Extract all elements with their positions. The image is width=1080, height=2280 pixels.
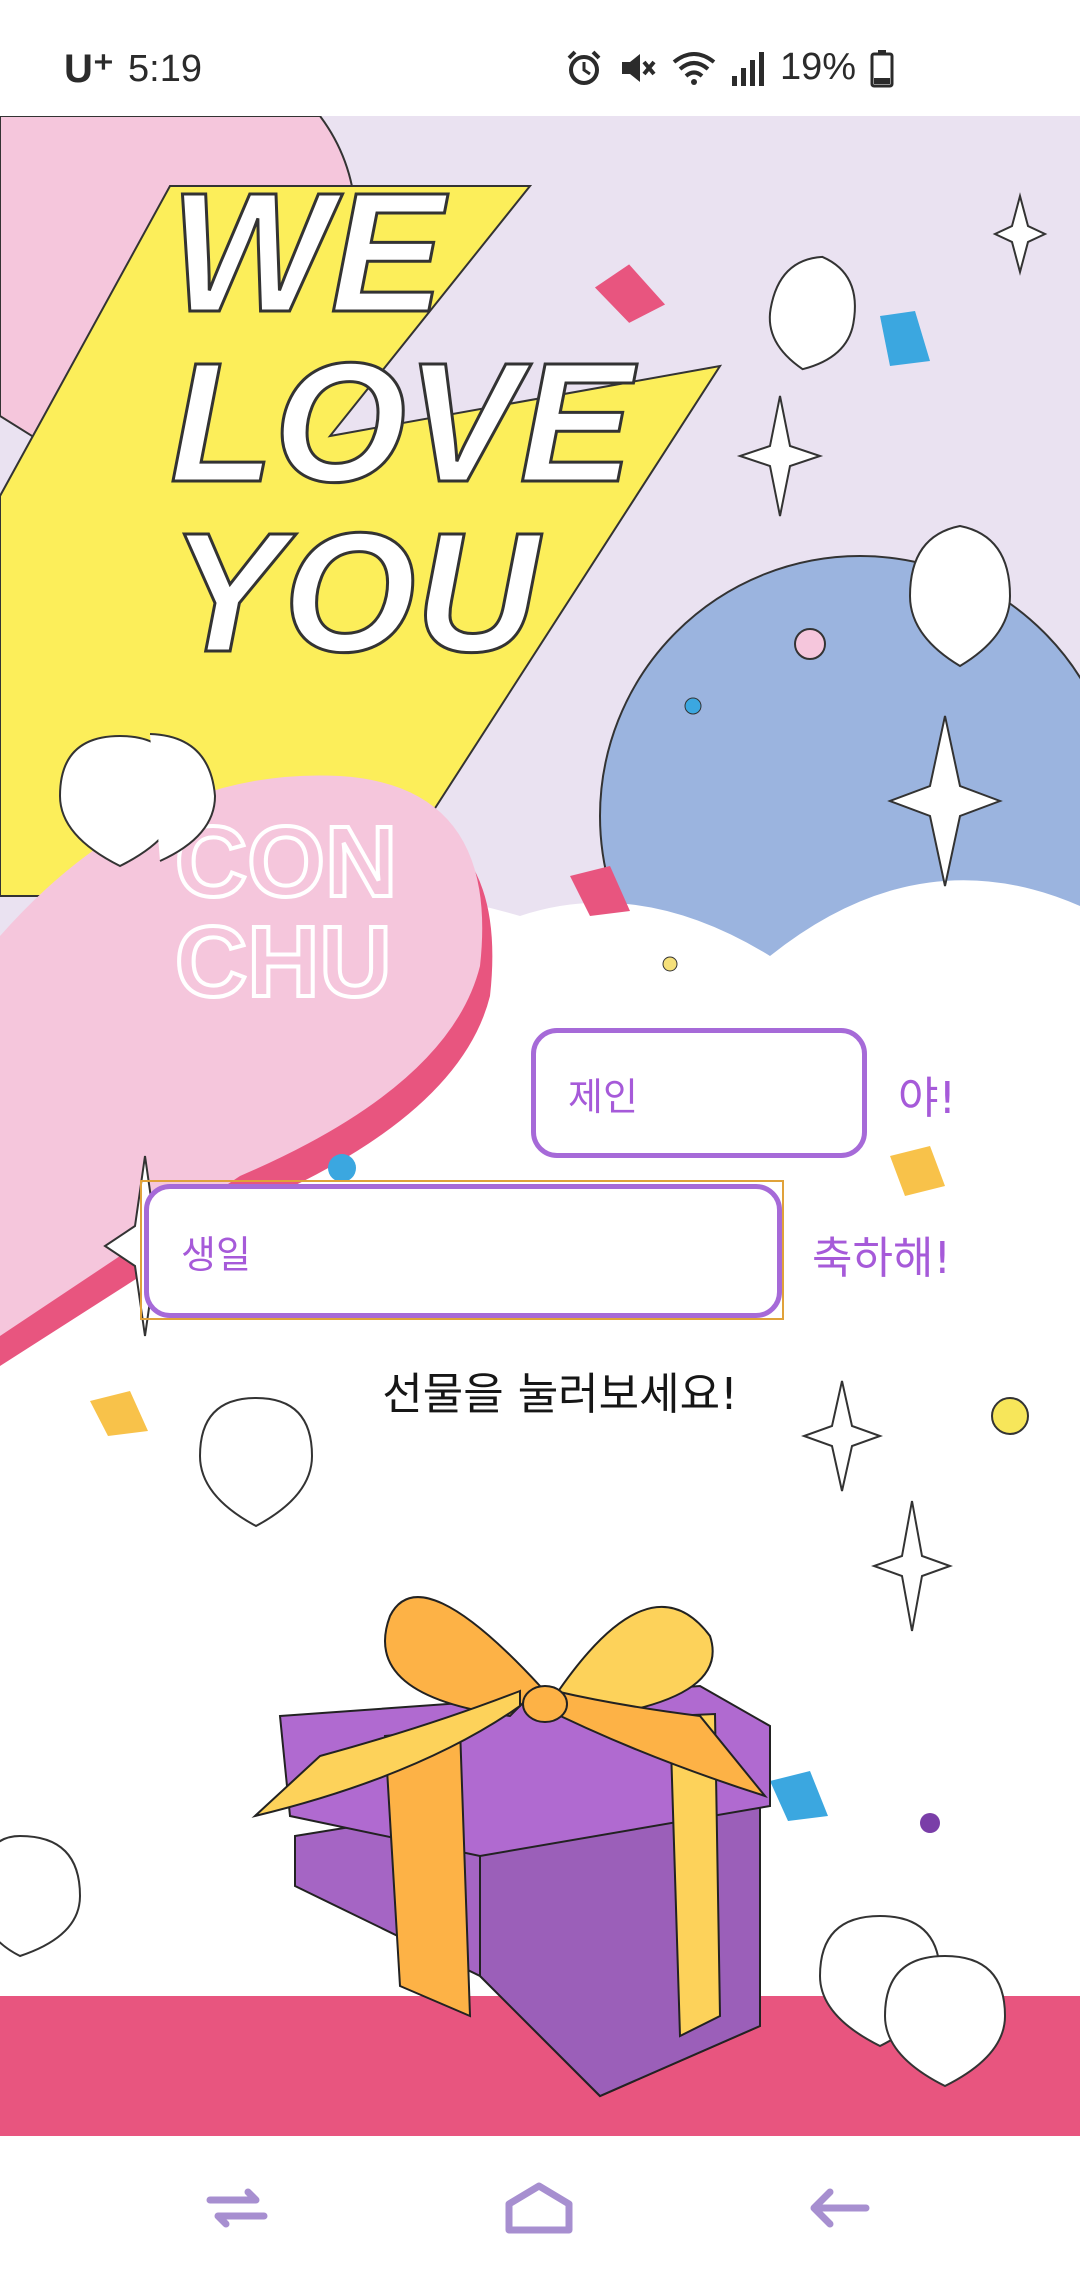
dot	[794, 628, 826, 660]
dot	[684, 697, 702, 715]
title-line-1: WE	[170, 158, 448, 348]
conchu-line-2: CHU	[175, 906, 392, 1018]
name-input[interactable]: 제인	[531, 1028, 867, 1158]
message-input[interactable]: 생일	[144, 1184, 782, 1318]
carrier-label: U⁺	[64, 47, 114, 91]
name-suffix: 야!	[898, 1073, 957, 1124]
mute-icon	[618, 48, 658, 88]
home-icon	[505, 2182, 573, 2234]
wifi-icon	[672, 48, 716, 88]
clock: 5:19	[128, 47, 202, 90]
home-button[interactable]	[494, 2170, 584, 2246]
status-bar: U⁺ 5:19 19%	[0, 0, 1080, 116]
alarm-icon	[564, 48, 604, 88]
battery-percent: 19%	[779, 46, 856, 88]
title-line-3: YOU	[170, 498, 543, 688]
dot	[328, 1154, 356, 1182]
message-suffix: 축하해!	[812, 1233, 952, 1284]
back-button[interactable]	[794, 2170, 884, 2246]
navigation-bar	[0, 2136, 1080, 2280]
back-icon	[810, 2188, 870, 2228]
battery-icon	[870, 48, 894, 88]
gift-prompt-label: 선물을 눌러보세요!	[382, 1369, 738, 1420]
name-input-value: 제인	[568, 1074, 638, 1119]
dot	[920, 1813, 940, 1833]
title-line-2: LOVE	[170, 328, 637, 518]
recent-apps-button[interactable]	[192, 2170, 282, 2246]
dot	[991, 1397, 1029, 1435]
message-input-value: 생일	[181, 1232, 251, 1277]
recent-apps-icon	[206, 2188, 268, 2228]
conchu-logo: CON CHU	[173, 804, 399, 1020]
dot	[662, 956, 678, 972]
signal-icon	[730, 48, 766, 88]
